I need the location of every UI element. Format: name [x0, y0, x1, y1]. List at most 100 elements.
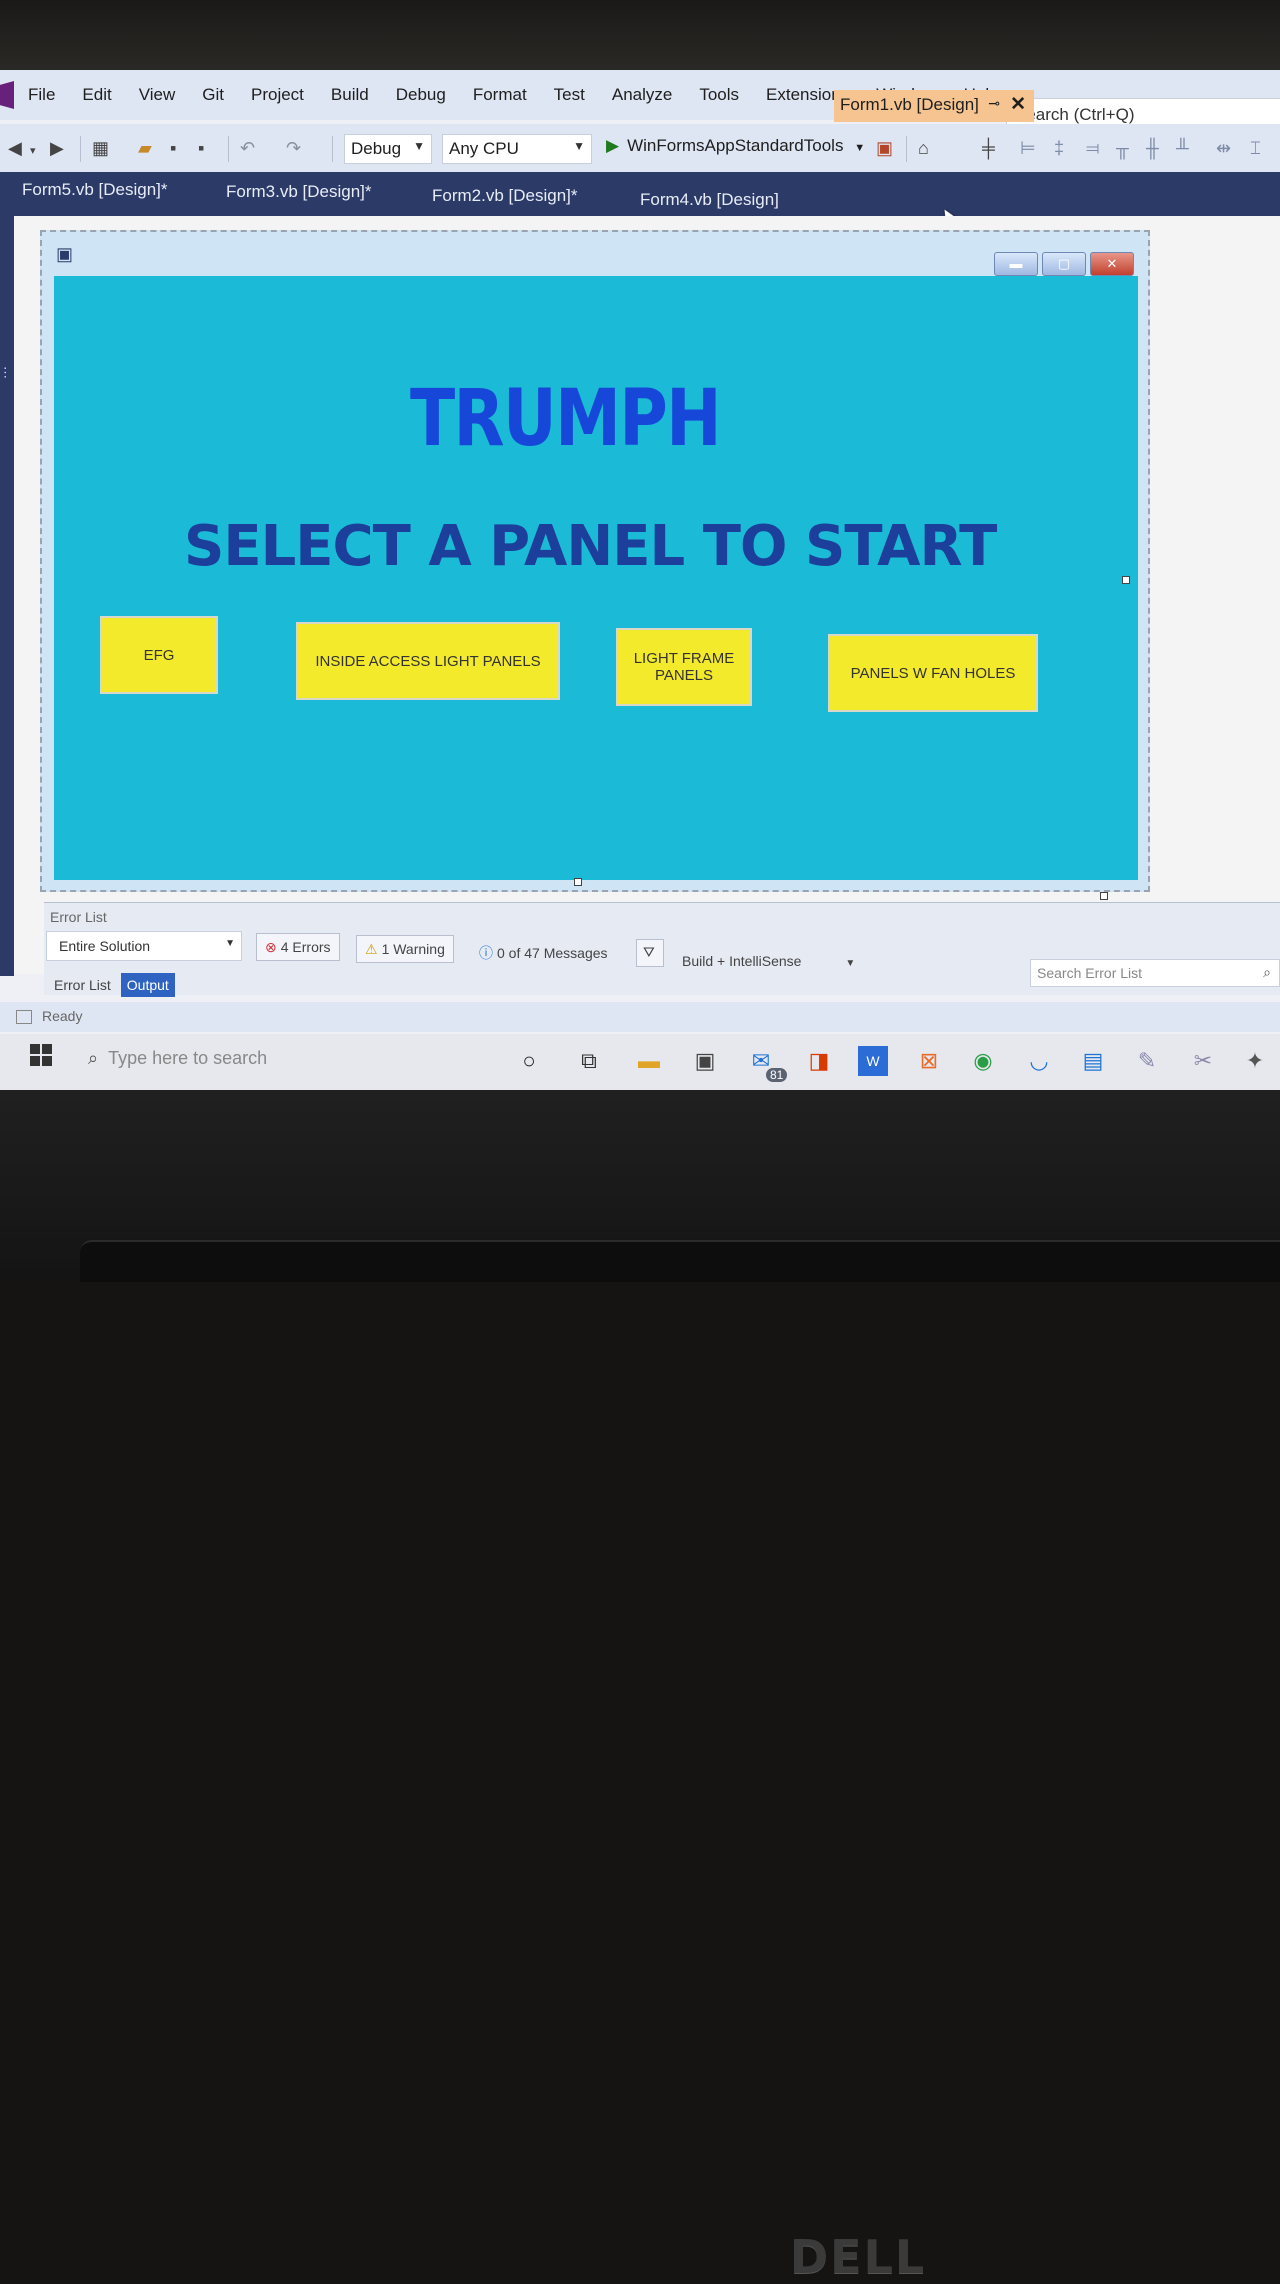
- menu-file[interactable]: File: [28, 85, 55, 105]
- resize-handle-bottom[interactable]: [574, 878, 582, 886]
- document-tab-strip: Form5.vb [Design]* Form3.vb [Design]* Fo…: [0, 172, 1280, 216]
- save-all-icon[interactable]: ▪: [198, 138, 204, 159]
- messages-filter-button[interactable]: ⓘ 0 of 47 Messages: [470, 937, 617, 965]
- open-file-icon[interactable]: ▰: [138, 138, 152, 159]
- warnings-filter-button[interactable]: ⚠ 1 Warning: [356, 935, 454, 963]
- menu-analyze[interactable]: Analyze: [612, 85, 672, 105]
- errors-filter-button[interactable]: ⊗ 4 Errors: [256, 933, 340, 961]
- xampp-icon[interactable]: ⊠: [914, 1046, 944, 1076]
- error-scope-value: Entire Solution: [59, 938, 151, 954]
- task-view-icon[interactable]: ⧉: [574, 1046, 604, 1076]
- office-icon[interactable]: ◨: [804, 1046, 834, 1076]
- menu-git[interactable]: Git: [202, 85, 224, 105]
- taskbar-search-placeholder: Type here to search: [108, 1048, 268, 1068]
- pen-icon[interactable]: ✎: [1132, 1046, 1162, 1076]
- form1-window[interactable]: ▣ ▬ ▢ ✕ TRUMPH SELECT A PANEL TO START E…: [40, 230, 1150, 892]
- align-middles-icon[interactable]: ╫: [1146, 138, 1159, 159]
- menu-edit[interactable]: Edit: [82, 85, 111, 105]
- minimize-icon[interactable]: ▬: [994, 252, 1038, 276]
- align-rights-icon[interactable]: ⫤: [1086, 138, 1100, 159]
- error-scope-select[interactable]: Entire Solution ▼: [46, 931, 242, 961]
- resize-handle-right[interactable]: [1122, 576, 1130, 584]
- align-to-grid-icon[interactable]: ╪: [982, 138, 995, 159]
- error-list-tabs: Error List Output: [48, 973, 175, 997]
- chevron-down-icon: ▼: [413, 139, 425, 153]
- forward-icon[interactable]: ▶: [50, 138, 64, 159]
- menu-debug[interactable]: Debug: [396, 85, 446, 105]
- error-list-title: Error List: [50, 909, 107, 925]
- align-bottoms-icon[interactable]: ╨: [1176, 138, 1189, 159]
- make-same-width-icon[interactable]: ⇹: [1216, 138, 1231, 159]
- windows-start-icon[interactable]: [30, 1044, 52, 1066]
- status-bar: Ready: [0, 1002, 1280, 1032]
- dell-logo: DELL: [790, 2230, 927, 2284]
- remote-desktop-icon[interactable]: ▤: [1078, 1046, 1108, 1076]
- pin-icon[interactable]: ⊸: [988, 95, 1000, 112]
- align-lefts-icon[interactable]: ⊨: [1020, 138, 1036, 159]
- toolbar-separator: [228, 136, 229, 162]
- align-tops-icon[interactable]: ╥: [1116, 138, 1129, 159]
- panels-w-fan-holes-button[interactable]: PANELS W FAN HOLES: [828, 634, 1038, 712]
- window-controls: ▬ ▢ ✕: [994, 252, 1134, 276]
- menu-view[interactable]: View: [139, 85, 176, 105]
- light-frame-panels-button[interactable]: LIGHT FRAME PANELS: [616, 628, 752, 706]
- browse-icon[interactable]: ▣: [876, 138, 893, 159]
- tab-form3-design[interactable]: Form3.vb [Design]*: [226, 182, 372, 202]
- home-icon[interactable]: ⌂: [918, 138, 929, 159]
- maximize-icon[interactable]: ▢: [1042, 252, 1086, 276]
- taskbar-search-input[interactable]: ⌕ Type here to search: [80, 1038, 480, 1082]
- menu-format[interactable]: Format: [473, 85, 527, 105]
- resize-handle-corner[interactable]: [1100, 892, 1108, 900]
- menu-build[interactable]: Build: [331, 85, 369, 105]
- toolbar-separator: [906, 136, 907, 162]
- redo-icon[interactable]: ↷: [286, 138, 301, 159]
- menu-test[interactable]: Test: [554, 85, 585, 105]
- efg-button[interactable]: EFG: [100, 616, 218, 694]
- edge-icon[interactable]: ◡: [1024, 1046, 1054, 1076]
- save-icon[interactable]: ▪: [170, 138, 176, 159]
- inside-access-light-panels-label: INSIDE ACCESS LIGHT PANELS: [315, 652, 541, 670]
- status-icon: [16, 1010, 32, 1024]
- back-icon[interactable]: ◀: [8, 138, 22, 159]
- build-filter-select[interactable]: Build + IntelliSense ▼: [682, 953, 855, 969]
- app-icon[interactable]: ✦: [1240, 1046, 1270, 1076]
- snipping-tool-icon[interactable]: ✂: [1188, 1046, 1218, 1076]
- cortana-icon[interactable]: ○: [514, 1046, 544, 1076]
- new-project-icon[interactable]: ▦: [92, 138, 109, 159]
- close-icon[interactable]: ✕: [1090, 252, 1134, 276]
- inside-access-light-panels-button[interactable]: INSIDE ACCESS LIGHT PANELS: [296, 622, 560, 700]
- solution-configuration-select[interactable]: Debug ▼: [344, 134, 432, 164]
- chrome-icon[interactable]: ◉: [968, 1046, 998, 1076]
- align-centers-icon[interactable]: ‡: [1054, 138, 1064, 159]
- tab-form1-design[interactable]: Form1.vb [Design] ⊸ ✕: [834, 90, 1034, 122]
- laptop-hinge: [80, 1240, 1280, 1282]
- undo-icon[interactable]: ↶: [240, 138, 255, 159]
- microsoft-store-icon[interactable]: ▣: [690, 1046, 720, 1076]
- search-error-list-input[interactable]: Search Error List ⌕: [1030, 959, 1280, 987]
- solution-platform-select[interactable]: Any CPU ▼: [442, 134, 592, 164]
- start-debugging-button[interactable]: ▶ WinFormsAppStandardTools ▼: [606, 136, 865, 156]
- tab-form4-design[interactable]: Form4.vb [Design]: [640, 190, 779, 210]
- tab-output[interactable]: Output: [120, 973, 175, 997]
- search-icon: ⌕: [88, 1048, 99, 1068]
- menu-project[interactable]: Project: [251, 85, 304, 105]
- filter-toggle-button[interactable]: ⛛: [636, 939, 664, 967]
- chevron-down-icon: ▼: [854, 142, 866, 154]
- file-explorer-icon[interactable]: ▬: [634, 1046, 664, 1076]
- toolbar-separator: [332, 136, 333, 162]
- laptop-bezel-top: [0, 0, 1280, 70]
- tab-form2-design[interactable]: Form2.vb [Design]*: [432, 186, 578, 206]
- visual-studio-logo-icon: [0, 81, 14, 109]
- menu-tools[interactable]: Tools: [699, 85, 739, 105]
- make-same-height-icon[interactable]: ⌶: [1250, 138, 1261, 159]
- search-icon: ⌕: [1263, 964, 1271, 980]
- close-icon[interactable]: ✕: [1010, 93, 1026, 116]
- tab-form5-design[interactable]: Form5.vb [Design]*: [22, 180, 168, 200]
- back-dropdown-icon[interactable]: ▾: [30, 144, 36, 157]
- build-filter-value: Build + IntelliSense: [682, 953, 802, 969]
- tab-error-list[interactable]: Error List: [48, 973, 117, 997]
- toolbox-tab-icon[interactable]: ⋯: [0, 366, 13, 379]
- word-icon[interactable]: W: [858, 1046, 888, 1076]
- tab-form1-label: Form1.vb [Design]: [840, 95, 979, 114]
- chevron-down-icon: ▼: [225, 938, 235, 949]
